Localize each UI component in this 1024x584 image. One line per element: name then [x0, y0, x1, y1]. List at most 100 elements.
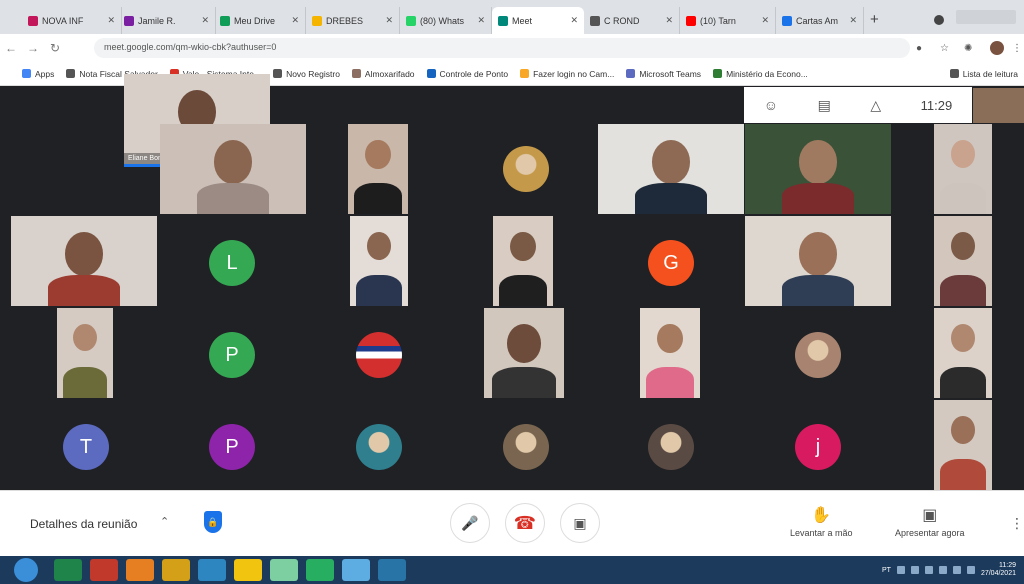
browser-tab[interactable]: (10) Tarn ✕: [680, 7, 776, 34]
participant-video-tile[interactable]: [934, 308, 992, 398]
participant-face: [214, 140, 252, 184]
close-tab-icon[interactable]: ✕: [385, 15, 393, 26]
taskbar-app-icon[interactable]: [198, 559, 226, 581]
participant-photo-avatar[interactable]: [503, 424, 549, 470]
start-button[interactable]: [14, 558, 38, 582]
participant-video-tile[interactable]: [57, 308, 113, 398]
bookmark-item[interactable]: Microsoft Teams: [626, 69, 701, 79]
participant-video-tile[interactable]: [934, 216, 992, 306]
more-options-icon[interactable]: ⋮: [1010, 515, 1024, 532]
bookmark-item[interactable]: Apps: [22, 69, 54, 79]
participant-video-tile[interactable]: [934, 400, 992, 490]
star-icon[interactable]: ☆: [940, 43, 949, 54]
tray-icon[interactable]: [910, 566, 919, 574]
participant-photo-avatar[interactable]: [503, 146, 549, 192]
raise-hand-button[interactable]: ✋ Levantar a mão: [790, 505, 853, 538]
tray-icon[interactable]: [952, 566, 961, 574]
chat-icon[interactable]: ▤: [818, 97, 831, 114]
participant-photo-avatar[interactable]: [648, 424, 694, 470]
self-view-thumbnail[interactable]: [973, 88, 1024, 123]
present-now-button[interactable]: ▣ Apresentar agora: [895, 505, 965, 538]
security-shield-icon[interactable]: 🔒: [204, 511, 222, 533]
bookmark-item[interactable]: Ministério da Econo...: [713, 69, 808, 79]
close-tab-icon[interactable]: ✕: [849, 15, 857, 26]
taskbar-app-icon[interactable]: [126, 559, 154, 581]
taskbar-app-icon[interactable]: [234, 559, 262, 581]
camera-button[interactable]: ▣: [560, 503, 600, 543]
participant-video-tile[interactable]: [598, 124, 744, 214]
participant-avatar[interactable]: T: [63, 424, 109, 470]
menu-icon[interactable]: ⋮: [1012, 43, 1022, 54]
extension-icon[interactable]: [934, 15, 944, 25]
taskbar-app-icon[interactable]: [342, 559, 370, 581]
close-tab-icon[interactable]: ✕: [761, 15, 769, 26]
profile-avatar[interactable]: [990, 41, 1004, 55]
close-tab-icon[interactable]: ✕: [570, 15, 578, 26]
taskbar-app-icon[interactable]: [270, 559, 298, 581]
bookmark-item[interactable]: Controle de Ponto: [426, 69, 508, 79]
taskbar-app-icon[interactable]: [378, 559, 406, 581]
microphone-button[interactable]: 🎤: [450, 503, 490, 543]
tray-icon[interactable]: [924, 566, 933, 574]
bookmark-item[interactable]: Lista de leitura: [949, 69, 1018, 79]
browser-tab[interactable]: C ROND ✕: [584, 7, 680, 34]
tray-icon[interactable]: [966, 566, 975, 574]
participant-flag-avatar[interactable]: [356, 332, 402, 378]
tray-icon[interactable]: [938, 566, 947, 574]
taskbar-app-icon[interactable]: [54, 559, 82, 581]
bookmark-item[interactable]: Fazer login no Cam...: [520, 69, 614, 79]
bookmark-item[interactable]: Novo Registro: [273, 69, 340, 79]
taskbar-app-icon[interactable]: [162, 559, 190, 581]
reload-icon[interactable]: ↻: [44, 41, 66, 55]
meeting-details-button[interactable]: Detalhes da reunião: [30, 517, 137, 531]
close-tab-icon[interactable]: ✕: [291, 15, 299, 26]
participant-video-tile[interactable]: [350, 216, 408, 306]
close-tab-icon[interactable]: ✕: [665, 15, 673, 26]
back-icon[interactable]: ←: [0, 41, 22, 55]
participant-video-tile[interactable]: [934, 124, 992, 214]
close-tab-icon[interactable]: ✕: [201, 15, 209, 26]
taskbar-app-icon[interactable]: [306, 559, 334, 581]
language-indicator[interactable]: PT: [882, 567, 891, 574]
participant-video-tile[interactable]: [160, 124, 306, 214]
participant-video-tile[interactable]: [493, 216, 553, 306]
participant-video-tile[interactable]: [745, 124, 891, 214]
bookmark-item[interactable]: Almoxarifado: [351, 69, 415, 79]
participant-avatar[interactable]: P: [209, 332, 255, 378]
browser-tab[interactable]: Meet ✕: [492, 7, 584, 34]
participant-video-tile[interactable]: [11, 216, 157, 306]
window-controls[interactable]: [956, 10, 1016, 24]
browser-tab[interactable]: Cartas Am ✕: [776, 7, 864, 34]
participant-photo-avatar[interactable]: [356, 424, 402, 470]
chevron-up-icon[interactable]: ⌃: [160, 515, 169, 528]
participant-avatar[interactable]: j: [795, 424, 841, 470]
new-tab-button[interactable]: +: [870, 11, 879, 28]
participant-photo-avatar[interactable]: [795, 332, 841, 378]
browser-tab[interactable]: Jamile R. ✕: [118, 7, 216, 34]
participant-avatar[interactable]: P: [209, 424, 255, 470]
clock-time: 11:29: [999, 562, 1016, 569]
tab-title: DREBES: [326, 15, 364, 26]
participant-avatar[interactable]: G: [648, 240, 694, 286]
browser-tab[interactable]: Meu Drive ✕: [214, 7, 306, 34]
close-tab-icon[interactable]: ✕: [477, 15, 485, 26]
participant-video-tile[interactable]: [348, 124, 408, 214]
taskbar-clock[interactable]: 11:29 27/04/2021: [981, 562, 1016, 578]
browser-tab[interactable]: DREBES ✕: [306, 7, 400, 34]
url-input[interactable]: meet.google.com/qm-wkio-cbk?authuser=0: [94, 38, 910, 58]
taskbar-app-icon[interactable]: [90, 559, 118, 581]
hang-up-button[interactable]: ☎: [505, 503, 545, 543]
participant-video-tile[interactable]: [484, 308, 564, 398]
forward-icon[interactable]: →: [22, 41, 44, 55]
browser-tab[interactable]: (80) Whats ✕: [400, 7, 492, 34]
activities-icon[interactable]: △: [870, 97, 881, 114]
participant-video-tile[interactable]: [640, 308, 700, 398]
close-tab-icon[interactable]: ✕: [107, 15, 115, 26]
tray-icon[interactable]: [896, 566, 905, 574]
people-icon[interactable]: ☺: [764, 97, 778, 113]
participant-video-tile[interactable]: [745, 216, 891, 306]
participant-avatar[interactable]: L: [209, 240, 255, 286]
extensions-icon[interactable]: ✺: [964, 43, 972, 54]
browser-tab[interactable]: NOVA INF ✕: [22, 7, 122, 34]
camera-icon[interactable]: ●: [916, 43, 922, 54]
